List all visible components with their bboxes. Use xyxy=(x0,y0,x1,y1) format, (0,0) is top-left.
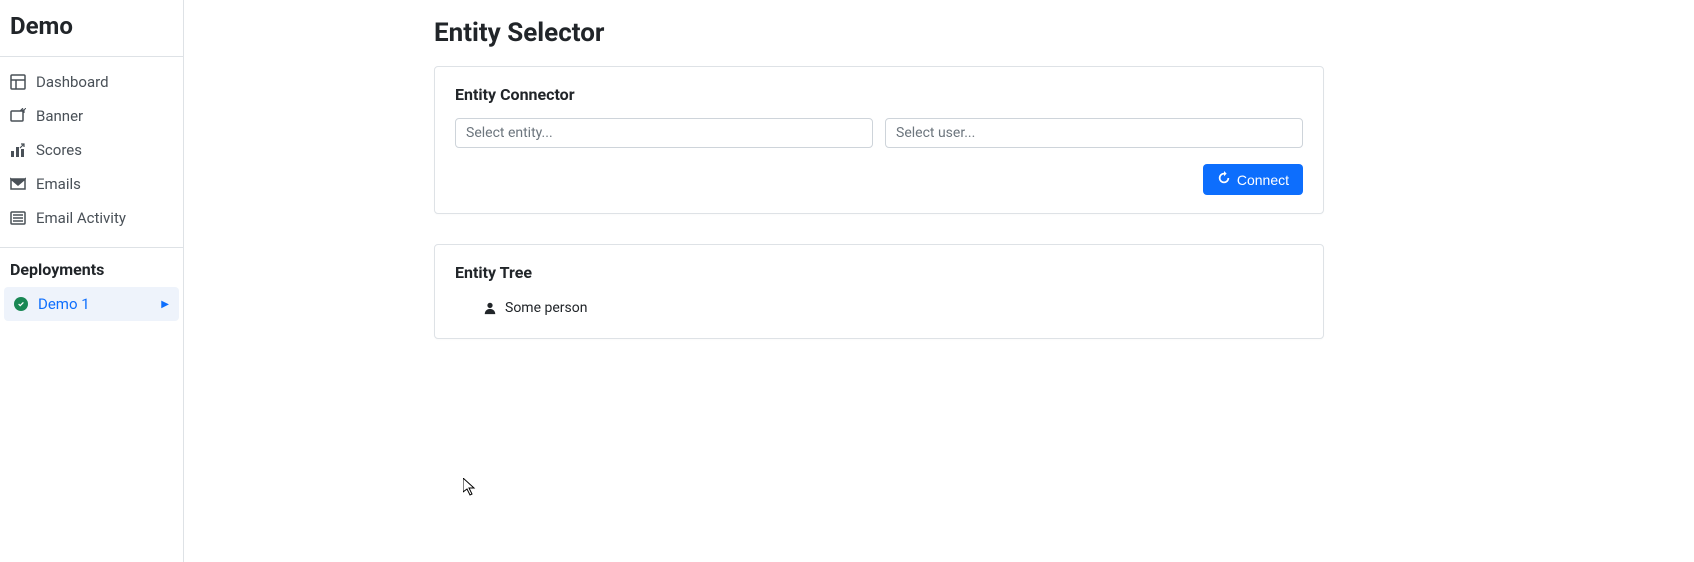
nav-item-email-activity[interactable]: Email Activity xyxy=(0,201,183,235)
deployment-label: Demo 1 xyxy=(38,295,90,313)
dashboard-icon xyxy=(10,74,26,90)
deployments-header: Deployments xyxy=(0,247,183,285)
connector-title: Entity Connector xyxy=(455,85,1303,104)
entity-connector-card: Entity Connector Select entity... Select… xyxy=(434,66,1324,214)
page-title: Entity Selector xyxy=(434,18,1324,48)
tree-title: Entity Tree xyxy=(455,263,1303,282)
entity-tree-card: Entity Tree Some person xyxy=(434,244,1324,339)
nav-label: Scores xyxy=(36,141,82,159)
nav-label: Banner xyxy=(36,107,83,125)
emails-icon xyxy=(10,176,26,192)
main-nav: Dashboard Banner Scores Emails Email Act… xyxy=(0,57,183,243)
nav-label: Email Activity xyxy=(36,209,126,227)
tree-item[interactable]: Some person xyxy=(455,296,1303,320)
banner-icon xyxy=(10,108,26,124)
nav-item-scores[interactable]: Scores xyxy=(0,133,183,167)
check-circle-icon xyxy=(14,297,28,311)
tree-item-label: Some person xyxy=(505,300,587,316)
brand-title: Demo xyxy=(0,0,183,57)
refresh-icon xyxy=(1217,171,1231,188)
connect-button[interactable]: Connect xyxy=(1203,164,1303,195)
person-icon xyxy=(483,301,497,315)
main-content: Entity Selector Entity Connector Select … xyxy=(184,0,1694,562)
select-user-input[interactable]: Select user... xyxy=(885,118,1303,148)
nav-item-banner[interactable]: Banner xyxy=(0,99,183,133)
nav-label: Emails xyxy=(36,175,81,193)
activity-icon xyxy=(10,210,26,226)
nav-label: Dashboard xyxy=(36,73,109,91)
nav-item-dashboard[interactable]: Dashboard xyxy=(0,65,183,99)
select-entity-input[interactable]: Select entity... xyxy=(455,118,873,148)
sidebar: Demo Dashboard Banner Scores Emails xyxy=(0,0,184,562)
connect-label: Connect xyxy=(1237,172,1289,188)
chevron-right-icon: ▶ xyxy=(161,299,169,310)
nav-item-emails[interactable]: Emails xyxy=(0,167,183,201)
scores-icon xyxy=(10,142,26,158)
deployment-item-demo1[interactable]: Demo 1 ▶ xyxy=(4,287,179,321)
